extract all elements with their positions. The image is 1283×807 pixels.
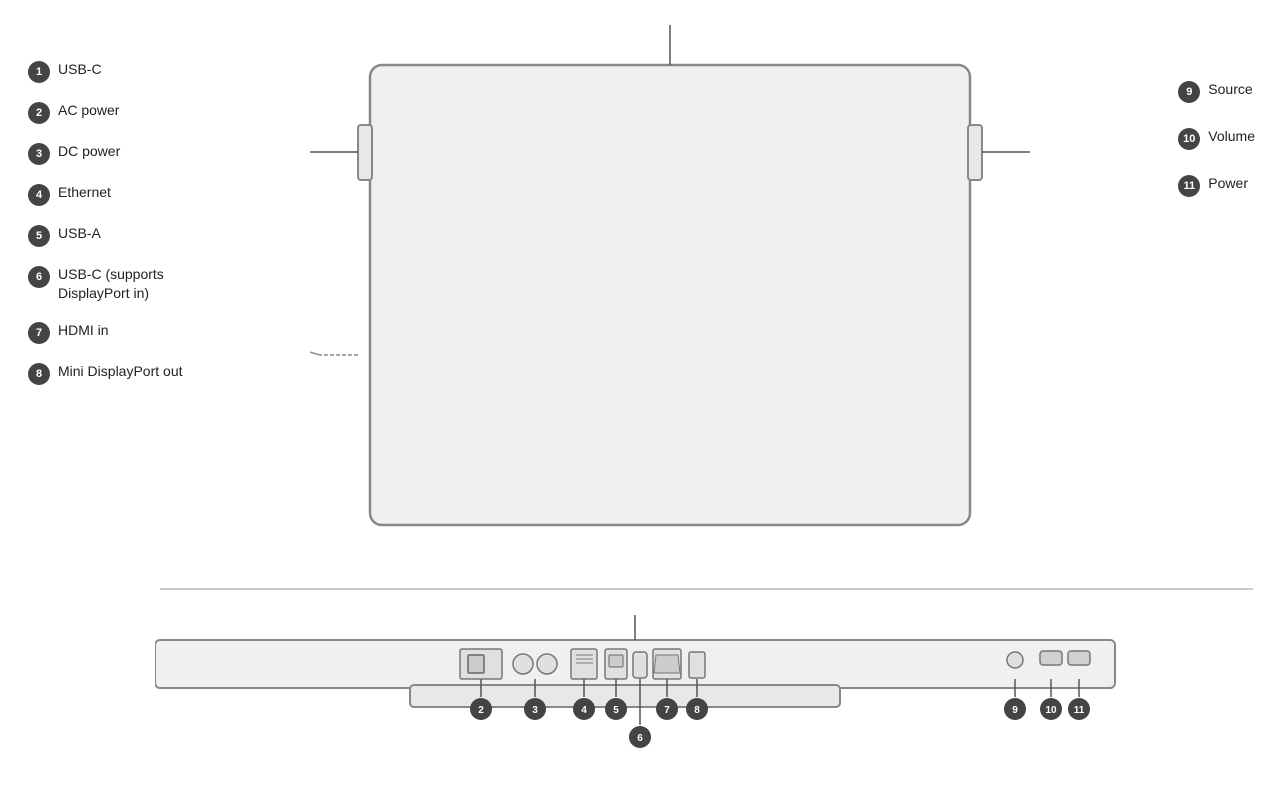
badge-3: 3 — [28, 143, 50, 165]
badge-2: 2 — [28, 102, 50, 124]
svg-text:6: 6 — [637, 733, 643, 744]
svg-text:8: 8 — [694, 705, 700, 716]
legend-item-8: 8 Mini DisplayPort out — [28, 362, 183, 385]
device-top-diagram: 1 1 1 — [310, 25, 1030, 565]
label-7: HDMI in — [58, 321, 109, 340]
svg-text:9: 9 — [1012, 705, 1018, 716]
device-bottom-diagram: 1 2 3 4 5 6 7 8 9 10 — [155, 615, 1125, 790]
legend-item-2: 2 AC power — [28, 101, 183, 124]
legend-right: 9 Source 10 Volume 11 Power — [1178, 80, 1255, 197]
label-11: Power — [1208, 174, 1248, 193]
svg-text:2: 2 — [478, 705, 484, 716]
badge-7: 7 — [28, 322, 50, 344]
label-10: Volume — [1208, 127, 1255, 146]
svg-text:11: 11 — [1074, 705, 1085, 716]
badge-5: 5 — [28, 225, 50, 247]
badge-4: 4 — [28, 184, 50, 206]
badge-1: 1 — [28, 61, 50, 83]
legend-item-10: 10 Volume — [1178, 127, 1255, 150]
label-3: DC power — [58, 142, 120, 161]
legend-left: 1 USB-C 2 AC power 3 DC power 4 Ethernet… — [28, 60, 183, 385]
svg-text:10: 10 — [1045, 705, 1057, 716]
badge-9: 9 — [1178, 81, 1200, 103]
section-divider — [160, 588, 1253, 590]
label-4: Ethernet — [58, 183, 111, 202]
label-9: Source — [1208, 80, 1252, 99]
legend-item-7: 7 HDMI in — [28, 321, 183, 344]
label-1: USB-C — [58, 60, 102, 79]
legend-item-1: 1 USB-C — [28, 60, 183, 83]
badge-6: 6 — [28, 266, 50, 288]
legend-item-5: 5 USB-A — [28, 224, 183, 247]
svg-text:7: 7 — [664, 705, 670, 716]
badge-11: 11 — [1178, 175, 1200, 197]
svg-text:5: 5 — [613, 705, 619, 716]
legend-item-11: 11 Power — [1178, 174, 1255, 197]
legend-item-6: 6 USB-C (supports DisplayPort in) — [28, 265, 183, 303]
badge-8: 8 — [28, 363, 50, 385]
label-8: Mini DisplayPort out — [58, 362, 183, 381]
label-6: USB-C (supports DisplayPort in) — [58, 265, 164, 303]
badge-10: 10 — [1178, 128, 1200, 150]
svg-text:3: 3 — [532, 705, 538, 716]
legend-item-3: 3 DC power — [28, 142, 183, 165]
legend-item-9: 9 Source — [1178, 80, 1255, 103]
legend-item-4: 4 Ethernet — [28, 183, 183, 206]
label-5: USB-A — [58, 224, 101, 243]
label-2: AC power — [58, 101, 119, 120]
svg-text:4: 4 — [581, 705, 587, 716]
page: 1 USB-C 2 AC power 3 DC power 4 Ethernet… — [0, 0, 1283, 807]
